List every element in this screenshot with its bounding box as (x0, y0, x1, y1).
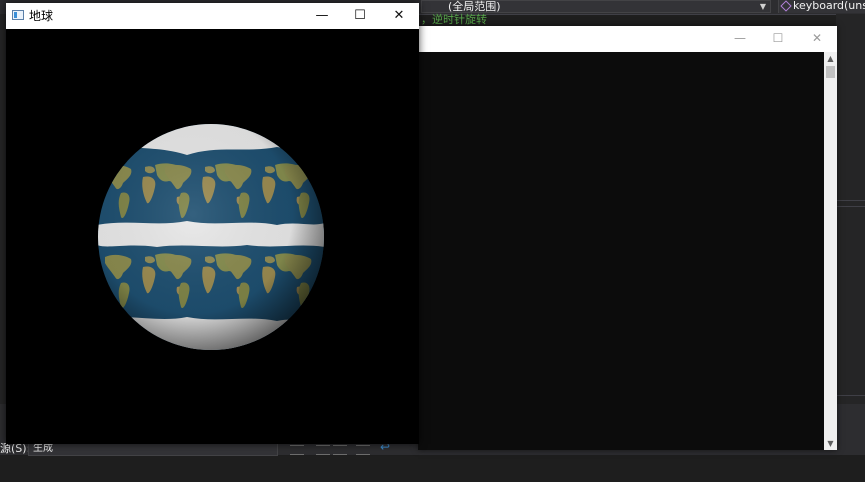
minimize-icon[interactable]: — (721, 26, 759, 52)
output-tool-icon[interactable] (356, 445, 370, 455)
output-tool-icon[interactable] (333, 445, 347, 455)
code-comment: ，逆时针旋转 (421, 13, 487, 26)
scroll-up-icon[interactable]: ▲ (824, 52, 837, 65)
earth-titlebar[interactable]: 地球 — ☐ ✕ (6, 3, 419, 29)
minimize-icon[interactable]: — (303, 3, 341, 29)
output-tool-icon[interactable] (290, 445, 304, 455)
window-app-icon (12, 10, 24, 20)
output-panel-body (0, 455, 865, 482)
function-icon (780, 0, 792, 12)
maximize-icon[interactable]: ☐ (759, 26, 797, 52)
chevron-down-icon: ▼ (759, 2, 766, 11)
console-window: — ☐ ✕ ▲ ▼ (418, 26, 837, 450)
output-source-label: 源(S): (0, 442, 31, 455)
ide-right-panel (836, 14, 865, 404)
earth-globe (97, 123, 325, 351)
maximize-icon[interactable]: ☐ (341, 3, 379, 29)
scroll-thumb[interactable] (826, 66, 835, 78)
panel-divider (836, 206, 865, 207)
scope-dropdown[interactable]: (全局范围) ▼ (421, 0, 771, 13)
function-dropdown-value: keyboard(unsic (793, 0, 865, 12)
earth-window: 地球 — ☐ ✕ (6, 3, 419, 444)
console-scrollbar[interactable]: ▲ ▼ (824, 52, 837, 450)
scope-dropdown-value: (全局范围) (448, 0, 501, 13)
output-tool-icon[interactable] (316, 445, 330, 455)
output-source-dropdown[interactable]: 生成 (28, 442, 278, 456)
scroll-down-icon[interactable]: ▼ (824, 437, 837, 450)
window-title: 地球 (29, 9, 54, 23)
console-titlebar[interactable]: — ☐ ✕ (418, 26, 837, 52)
opengl-viewport[interactable] (6, 29, 419, 444)
close-icon[interactable]: ✕ (380, 3, 418, 29)
close-icon[interactable]: ✕ (798, 26, 836, 52)
panel-divider (836, 200, 865, 201)
panel-divider (836, 395, 865, 396)
function-dropdown[interactable]: keyboard(unsic (778, 0, 865, 13)
